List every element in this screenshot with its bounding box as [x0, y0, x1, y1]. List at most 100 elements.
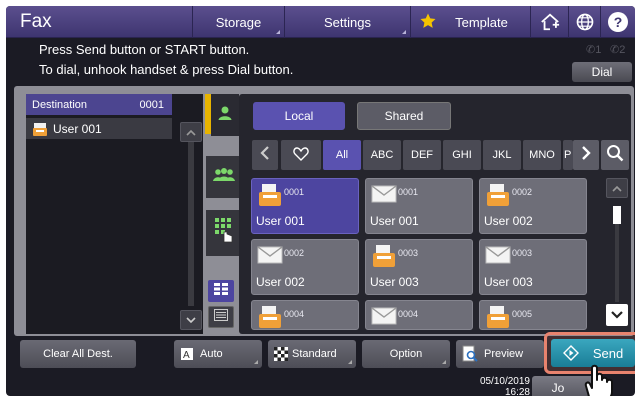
- entry-number: 0004: [284, 309, 305, 319]
- option-button[interactable]: Option: [362, 340, 450, 368]
- entry-number: 0002: [284, 248, 305, 258]
- help-icon[interactable]: ?: [600, 6, 635, 38]
- top-bar: Fax Storage Settings Template ?: [6, 6, 635, 38]
- search-button[interactable]: [601, 140, 629, 170]
- list-view-icon: [214, 308, 228, 326]
- destination-panel: Destination 0001 User 001: [26, 94, 203, 334]
- filter-def[interactable]: DEF: [403, 140, 441, 170]
- destination-header: Destination 0001: [26, 94, 172, 115]
- entry-name: User 003: [370, 275, 419, 289]
- fax-icon: [371, 243, 397, 274]
- instruction-line-1: Press Send button or START button.: [39, 42, 250, 57]
- preview-button[interactable]: Preview: [456, 340, 544, 368]
- address-entry[interactable]: 0001 User 001: [365, 178, 473, 234]
- address-entry[interactable]: 0001 User 001: [251, 178, 359, 234]
- address-entry[interactable]: 0002 User 002: [251, 239, 359, 295]
- option-label: Option: [389, 348, 423, 360]
- destination-label: Destination: [32, 98, 88, 111]
- entry-number: 0003: [512, 248, 533, 258]
- address-entry[interactable]: 0003 User 003: [479, 239, 587, 295]
- date: 05/10/2019: [479, 376, 530, 387]
- dial-button[interactable]: Dial: [572, 62, 632, 82]
- globe-icon[interactable]: [568, 6, 600, 38]
- address-book-panel: Local Shared All ABC DEF GHI JKL MNO P 0…: [239, 94, 631, 334]
- filter-prev-button[interactable]: [252, 140, 278, 170]
- auto-mode-icon: A: [180, 347, 194, 361]
- filter-jkl[interactable]: JKL: [483, 140, 521, 170]
- entry-number: 0003: [398, 248, 419, 258]
- chevron-left-icon: [260, 145, 270, 165]
- resolution-icon: [274, 347, 288, 361]
- email-icon: [485, 243, 511, 270]
- tab-template-label: Template: [455, 14, 508, 30]
- destination-item[interactable]: User 001: [26, 118, 172, 139]
- grid-scroll-up[interactable]: [606, 178, 628, 198]
- tab-storage[interactable]: Storage: [192, 6, 284, 38]
- grid-scroll-down[interactable]: [606, 304, 628, 326]
- destination-count: 0001: [139, 98, 164, 111]
- filter-all[interactable]: All: [323, 140, 361, 170]
- fax-icon: [485, 182, 511, 213]
- grid-view-icon: [214, 282, 228, 300]
- group-icon: [212, 167, 236, 188]
- tab-keypad[interactable]: [206, 210, 242, 256]
- destination-scrollbar[interactable]: [188, 142, 194, 306]
- tab-template[interactable]: Template: [410, 6, 530, 38]
- search-icon: [606, 144, 624, 167]
- address-entry[interactable]: 0004: [365, 300, 473, 330]
- preview-icon: [462, 345, 478, 363]
- start-icon: [562, 345, 579, 361]
- clear-all-destinations-button[interactable]: Clear All Dest.: [20, 340, 136, 368]
- filter-next-button[interactable]: [573, 140, 599, 170]
- favorite-icon: [293, 146, 309, 164]
- tab-group[interactable]: [206, 156, 242, 198]
- email-icon: [371, 304, 397, 329]
- address-entry[interactable]: 0003 User 003: [365, 239, 473, 295]
- fax-icon: [257, 182, 283, 213]
- job-status-label: Jo: [551, 381, 565, 395]
- fax-icon: [485, 304, 511, 329]
- entry-name: User 002: [256, 275, 305, 289]
- instruction-line-2: To dial, unhook handset & press Dial but…: [39, 62, 294, 77]
- auto-button[interactable]: A Auto: [174, 340, 262, 368]
- send-label: Send: [592, 345, 624, 361]
- filter-mno[interactable]: MNO: [523, 140, 561, 170]
- tab-shared[interactable]: Shared: [357, 102, 451, 130]
- grid-view-button[interactable]: [208, 280, 234, 302]
- entry-number: 0001: [284, 187, 305, 197]
- address-entry[interactable]: 0004: [251, 300, 359, 330]
- fax-screen: Fax Storage Settings Template ? Press Se…: [6, 6, 635, 396]
- hand-pointer-icon: [576, 362, 622, 396]
- chevron-up-icon: [612, 179, 622, 197]
- home-add-icon[interactable]: [530, 6, 568, 38]
- main-panel: Destination 0001 User 001 Local Shared A…: [14, 86, 634, 336]
- filter-ghi[interactable]: GHI: [443, 140, 481, 170]
- grid-scrollbar[interactable]: [615, 224, 619, 302]
- destination-scroll-up[interactable]: [180, 122, 202, 142]
- tab-settings[interactable]: Settings: [284, 6, 410, 38]
- grid-scroll-thumb[interactable]: [613, 206, 621, 224]
- line-2-indicator: ✆2: [610, 44, 626, 56]
- entry-name: User 003: [484, 275, 533, 289]
- entry-name: User 001: [256, 214, 305, 228]
- time: 16:28: [504, 387, 530, 396]
- destination-item-label: User 001: [53, 121, 102, 136]
- preview-label: Preview: [484, 348, 524, 360]
- tab-local[interactable]: Local: [253, 102, 345, 130]
- standard-button[interactable]: Standard: [268, 340, 356, 368]
- filter-favorites[interactable]: [281, 140, 321, 170]
- filter-p[interactable]: P: [563, 140, 573, 170]
- entry-name: User 002: [484, 214, 533, 228]
- handset-icon: ✆: [586, 44, 596, 56]
- entry-name: User 001: [370, 214, 419, 228]
- address-entry[interactable]: 0002 User 002: [479, 178, 587, 234]
- keypad-touch-icon: [213, 216, 235, 251]
- standard-label: Standard: [292, 348, 337, 360]
- tab-individual[interactable]: [211, 94, 239, 136]
- star-icon: [419, 12, 437, 33]
- destination-scroll-down[interactable]: [180, 310, 202, 330]
- filter-abc[interactable]: ABC: [363, 140, 401, 170]
- app-title: Fax: [20, 11, 52, 32]
- list-view-button[interactable]: [208, 306, 234, 328]
- address-entry[interactable]: 0005: [479, 300, 587, 330]
